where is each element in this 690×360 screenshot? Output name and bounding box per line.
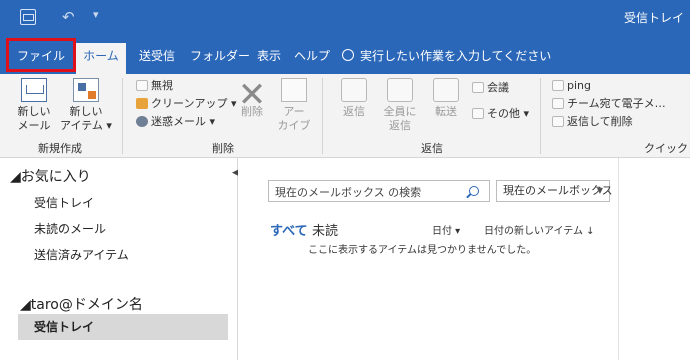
delete-button[interactable]: ✕ 削除 [234,78,270,119]
chevron-down-icon: ▼ [596,186,603,195]
more-respond-button[interactable]: その他 ▾ [472,106,529,122]
cleanup-button[interactable]: クリーンアップ ▾ [136,96,236,112]
reply-all-button[interactable]: 全員に 返信 [378,78,422,133]
tab-view[interactable]: 表示 [254,43,284,74]
ribbon-divider [322,78,323,154]
search-scope-dropdown[interactable]: 現在のメールボックス ▼ [496,180,613,202]
title-bar: ↶ ▾ 受信トレイ [0,0,690,34]
ping-label: ping [567,79,591,92]
filter-unread[interactable]: 未読 [312,220,338,239]
new-items-button[interactable]: 新しい アイテム ▾ [60,78,112,133]
search-icon[interactable] [469,186,479,196]
meeting-button[interactable]: 会議 [472,80,509,96]
undo-icon[interactable]: ↶ [62,8,75,26]
group-quick-steps: ping チーム宛て電子メ… 返信して削除 クイック [546,74,690,158]
folder-account-inbox[interactable]: 受信トレイ [18,314,228,340]
quickstep-ping[interactable]: ping [552,78,591,94]
search-box[interactable]: 現在のメールボックス の検索 [268,180,490,202]
tell-me-text: 実行したい作業を入力してください [360,49,552,63]
new-mail-button[interactable]: 新しい メール [12,78,56,133]
tell-me-box[interactable]: 実行したい作業を入力してください [342,43,551,69]
ping-icon [552,80,564,91]
group-new: 新しい メール 新しい アイテム ▾ 新規作成 [0,74,120,158]
sort-by-dropdown[interactable]: 日付 ▾ [432,222,460,237]
group-respond: 返信 全員に 返信 転送 会議 その他 ▾ 返信 [326,74,538,158]
reply-delete-icon [552,116,564,127]
meeting-label: 会議 [487,81,509,94]
group-delete-label: 削除 [212,142,234,155]
folder-favorite-sent[interactable]: 送信済みアイテム [34,246,129,263]
reply-icon [341,78,367,102]
quickstep-team-mail[interactable]: チーム宛て電子メ… [552,96,666,112]
new-mail-icon [21,78,47,102]
qat-customize-icon[interactable]: ▾ [93,8,99,21]
ribbon-divider [540,78,541,154]
ignore-button[interactable]: 無視 [136,78,173,94]
favorites-header[interactable]: ◢お気に入り [10,166,91,186]
sort-order-toggle[interactable]: 日付の新しいアイテム ↓ [484,222,595,237]
account-header[interactable]: ◢taro@ドメイン名 [20,294,143,314]
filter-all[interactable]: すべて [270,220,308,239]
forward-label: 転送 [435,105,457,118]
empty-list-message: ここに表示するアイテムは見つかりませんでした。 [308,245,537,256]
ribbon: 新しい メール 新しい アイテム ▾ 新規作成 無視 クリーンアップ ▾ 迷惑メ… [0,74,690,158]
reply-all-icon [387,78,413,102]
meeting-icon [472,82,484,93]
more-respond-icon [472,108,484,119]
delete-x-icon: ✕ [237,75,267,115]
search-placeholder: 現在のメールボックス の検索 [275,186,422,199]
folder-favorite-inbox[interactable]: 受信トレイ [34,194,94,211]
new-items-label: 新しい アイテム ▾ [60,105,112,132]
forward-icon [433,78,459,102]
archive-label: アー カイブ [277,105,311,132]
ignore-label: 無視 [151,79,173,92]
tab-folder[interactable]: フォルダー [190,43,250,74]
new-mail-label: 新しい メール [17,105,51,132]
reply-delete-label: 返信して削除 [567,115,633,128]
new-items-icon [73,78,99,102]
reply-button[interactable]: 返信 [334,78,374,119]
cleanup-label: クリーンアップ ▾ [151,97,237,110]
reply-label: 返信 [343,105,365,118]
reply-all-label: 全員に 返信 [383,105,417,132]
tab-help[interactable]: ヘルプ [294,43,330,74]
junk-icon [136,116,148,127]
window-title: 受信トレイ [623,11,684,25]
team-mail-label: チーム宛て電子メ… [567,97,666,110]
forward-button[interactable]: 転送 [426,78,466,119]
ribbon-divider [122,78,123,154]
team-mail-icon [552,98,564,109]
cleanup-icon [136,98,148,109]
lightbulb-icon [342,49,354,61]
group-quick-steps-label: クイック [644,142,688,155]
more-respond-label: その他 ▾ [487,107,530,120]
quickstep-reply-delete[interactable]: 返信して削除 [552,114,633,130]
junk-button[interactable]: 迷惑メール ▾ [136,114,215,130]
archive-icon [281,78,307,102]
app-icon[interactable] [20,9,36,25]
tab-send-receive[interactable]: 送受信 [134,43,180,74]
group-respond-label: 返信 [421,142,443,155]
group-new-label: 新規作成 [38,142,82,155]
junk-label: 迷惑メール ▾ [151,115,216,128]
tab-file[interactable]: ファイル [6,38,76,72]
tab-home[interactable]: ホーム [76,43,126,74]
ignore-icon [136,80,148,91]
ribbon-tab-bar: ファイル ホーム 送受信 フォルダー 表示 ヘルプ 実行したい作業を入力してくだ… [0,34,690,74]
folder-favorite-unread[interactable]: 未読のメール [34,220,106,237]
reading-pane [618,158,690,360]
group-delete: 無視 クリーンアップ ▾ 迷惑メール ▾ ✕ 削除 アー カイブ 削除 [126,74,320,158]
folder-pane: ◢お気に入り ◀ 受信トレイ 未読のメール 送信済みアイテム ◢taro@ドメイ… [0,158,239,360]
archive-button[interactable]: アー カイブ [276,78,312,133]
